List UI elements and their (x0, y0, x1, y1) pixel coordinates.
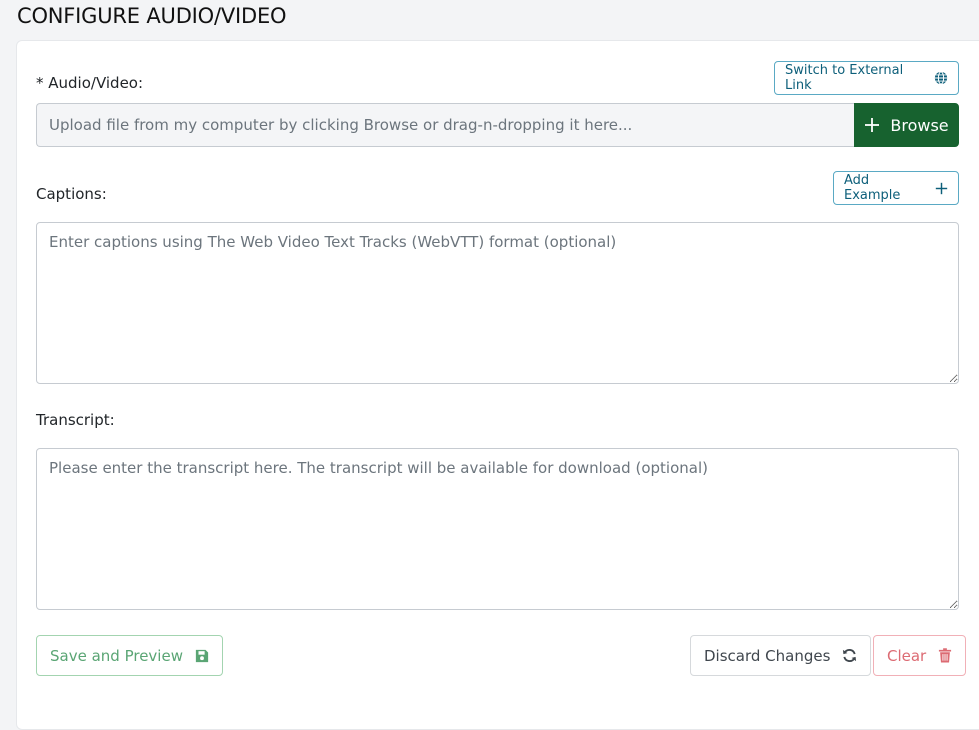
captions-label: Captions: (36, 185, 107, 203)
transcript-textarea[interactable] (36, 448, 959, 610)
add-example-button[interactable]: Add Example (833, 171, 959, 205)
switch-external-link-button[interactable]: Switch to External Link (774, 61, 959, 95)
transcript-label: Transcript: (36, 411, 115, 429)
clear-button[interactable]: Clear (873, 635, 967, 676)
switch-external-link-label: Switch to External Link (785, 63, 904, 93)
save-and-preview-button[interactable]: Save and Preview (36, 635, 223, 676)
page-title: CONFIGURE AUDIO/VIDEO (17, 4, 287, 28)
discard-changes-button[interactable]: Discard Changes (690, 635, 872, 676)
refresh-icon (842, 648, 857, 663)
plus-icon (935, 182, 948, 195)
captions-textarea[interactable] (36, 222, 959, 384)
browse-button[interactable]: Browse (854, 103, 959, 147)
trash-icon (938, 648, 952, 663)
audio-video-label: * Audio/Video: (36, 74, 144, 92)
save-icon (195, 649, 209, 663)
add-example-label: Add Example (844, 173, 901, 203)
plus-icon (864, 117, 880, 133)
globe-icon (934, 71, 948, 85)
browse-label: Browse (890, 115, 949, 135)
file-upload-input[interactable] (36, 103, 854, 147)
discard-changes-label: Discard Changes (704, 646, 831, 665)
file-upload-group: Browse (36, 103, 959, 147)
save-and-preview-label: Save and Preview (50, 646, 183, 665)
clear-label: Clear (887, 646, 927, 665)
